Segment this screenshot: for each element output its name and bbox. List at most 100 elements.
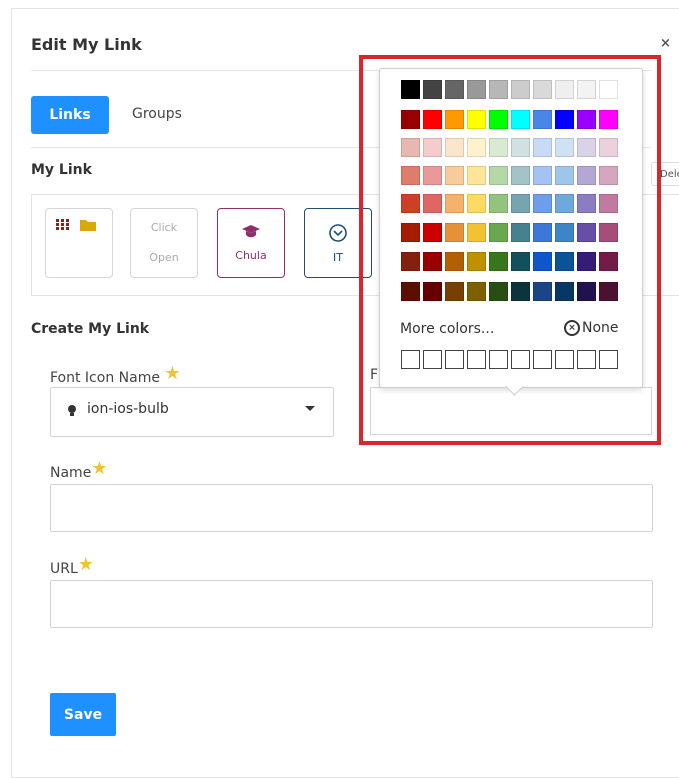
color-swatch[interactable] <box>511 110 530 129</box>
graduation-cap-icon <box>242 224 260 237</box>
color-swatch[interactable] <box>555 110 574 129</box>
color-swatch[interactable] <box>423 110 442 129</box>
color-swatch[interactable] <box>555 194 574 213</box>
color-swatch[interactable] <box>555 138 574 157</box>
color-swatch[interactable] <box>577 252 596 271</box>
color-swatch[interactable] <box>533 110 552 129</box>
color-swatch[interactable] <box>445 138 464 157</box>
color-swatch[interactable] <box>577 138 596 157</box>
color-swatch[interactable] <box>423 138 442 157</box>
color-swatch[interactable] <box>511 80 530 99</box>
link-tile-default[interactable] <box>45 208 113 278</box>
palette-row <box>401 282 618 301</box>
color-swatch[interactable] <box>423 194 442 213</box>
color-swatch[interactable] <box>599 194 618 213</box>
color-swatch[interactable] <box>533 252 552 271</box>
color-swatch[interactable] <box>533 223 552 242</box>
color-swatch[interactable] <box>467 194 486 213</box>
color-swatch[interactable] <box>511 166 530 185</box>
tile-label: IT <box>333 250 343 264</box>
color-swatch[interactable] <box>467 138 486 157</box>
color-swatch[interactable] <box>467 110 486 129</box>
color-swatch[interactable] <box>401 223 420 242</box>
color-swatch[interactable] <box>555 223 574 242</box>
create-link-heading: Create My Link <box>31 321 150 337</box>
color-swatch[interactable] <box>401 194 420 213</box>
save-button[interactable]: Save <box>50 693 116 736</box>
color-swatch[interactable] <box>467 80 486 99</box>
color-swatch[interactable] <box>445 110 464 129</box>
color-swatch[interactable] <box>577 110 596 129</box>
font-icon-label: Font Icon Name ★ <box>50 363 181 386</box>
color-swatch[interactable] <box>599 80 618 99</box>
tab-links[interactable]: Links <box>31 96 109 134</box>
font-icon-select[interactable]: ion-ios-bulb <box>50 387 334 437</box>
color-swatch[interactable] <box>467 282 486 301</box>
color-swatch[interactable] <box>489 194 508 213</box>
color-swatch[interactable] <box>423 223 442 242</box>
color-swatch[interactable] <box>489 80 508 99</box>
color-swatch[interactable] <box>511 223 530 242</box>
color-swatch[interactable] <box>489 252 508 271</box>
color-swatch[interactable] <box>533 194 552 213</box>
color-swatch[interactable] <box>445 223 464 242</box>
color-swatch[interactable] <box>533 166 552 185</box>
color-swatch[interactable] <box>599 110 618 129</box>
color-swatch[interactable] <box>577 282 596 301</box>
color-swatch[interactable] <box>489 166 508 185</box>
color-swatch[interactable] <box>555 282 574 301</box>
color-swatch[interactable] <box>577 194 596 213</box>
color-swatch[interactable] <box>445 282 464 301</box>
color-swatch[interactable] <box>533 138 552 157</box>
dialog-title: Edit My Link <box>31 35 142 54</box>
color-swatch[interactable] <box>577 223 596 242</box>
color-swatch[interactable] <box>555 166 574 185</box>
color-swatch[interactable] <box>401 252 420 271</box>
color-swatch[interactable] <box>401 138 420 157</box>
color-swatch[interactable] <box>577 166 596 185</box>
color-swatch[interactable] <box>445 166 464 185</box>
color-swatch[interactable] <box>511 138 530 157</box>
link-tile-click-open[interactable]: Click Open <box>130 208 198 278</box>
color-swatch[interactable] <box>445 194 464 213</box>
color-swatch[interactable] <box>489 110 508 129</box>
color-swatch[interactable] <box>533 80 552 99</box>
color-swatch[interactable] <box>401 166 420 185</box>
color-swatch[interactable] <box>555 252 574 271</box>
color-swatch[interactable] <box>599 138 618 157</box>
color-swatch[interactable] <box>555 80 574 99</box>
color-swatch[interactable] <box>489 138 508 157</box>
color-swatch[interactable] <box>599 166 618 185</box>
color-swatch[interactable] <box>401 80 420 99</box>
color-swatch[interactable] <box>599 282 618 301</box>
color-swatch[interactable] <box>533 282 552 301</box>
color-swatch[interactable] <box>511 252 530 271</box>
color-swatch[interactable] <box>511 194 530 213</box>
color-swatch[interactable] <box>599 223 618 242</box>
url-input[interactable] <box>50 580 653 628</box>
color-swatch[interactable] <box>489 282 508 301</box>
required-star-icon: ★ <box>164 363 181 384</box>
color-swatch[interactable] <box>467 166 486 185</box>
color-swatch[interactable] <box>599 252 618 271</box>
color-swatch[interactable] <box>467 252 486 271</box>
color-swatch[interactable] <box>511 282 530 301</box>
color-swatch[interactable] <box>577 80 596 99</box>
url-label: URL★ <box>50 554 94 577</box>
color-swatch[interactable] <box>445 252 464 271</box>
color-swatch[interactable] <box>401 282 420 301</box>
tab-groups[interactable]: Groups <box>132 106 182 122</box>
color-swatch[interactable] <box>401 110 420 129</box>
color-swatch[interactable] <box>423 282 442 301</box>
color-swatch[interactable] <box>423 80 442 99</box>
palette-row <box>401 138 618 157</box>
close-icon[interactable]: × <box>660 36 671 51</box>
color-swatch[interactable] <box>445 80 464 99</box>
color-swatch[interactable] <box>423 252 442 271</box>
name-input[interactable] <box>50 484 653 532</box>
color-swatch[interactable] <box>489 223 508 242</box>
link-tile-chula[interactable]: Chula <box>217 208 285 278</box>
color-swatch[interactable] <box>467 223 486 242</box>
required-star-icon: ★ <box>91 458 108 479</box>
color-swatch[interactable] <box>423 166 442 185</box>
